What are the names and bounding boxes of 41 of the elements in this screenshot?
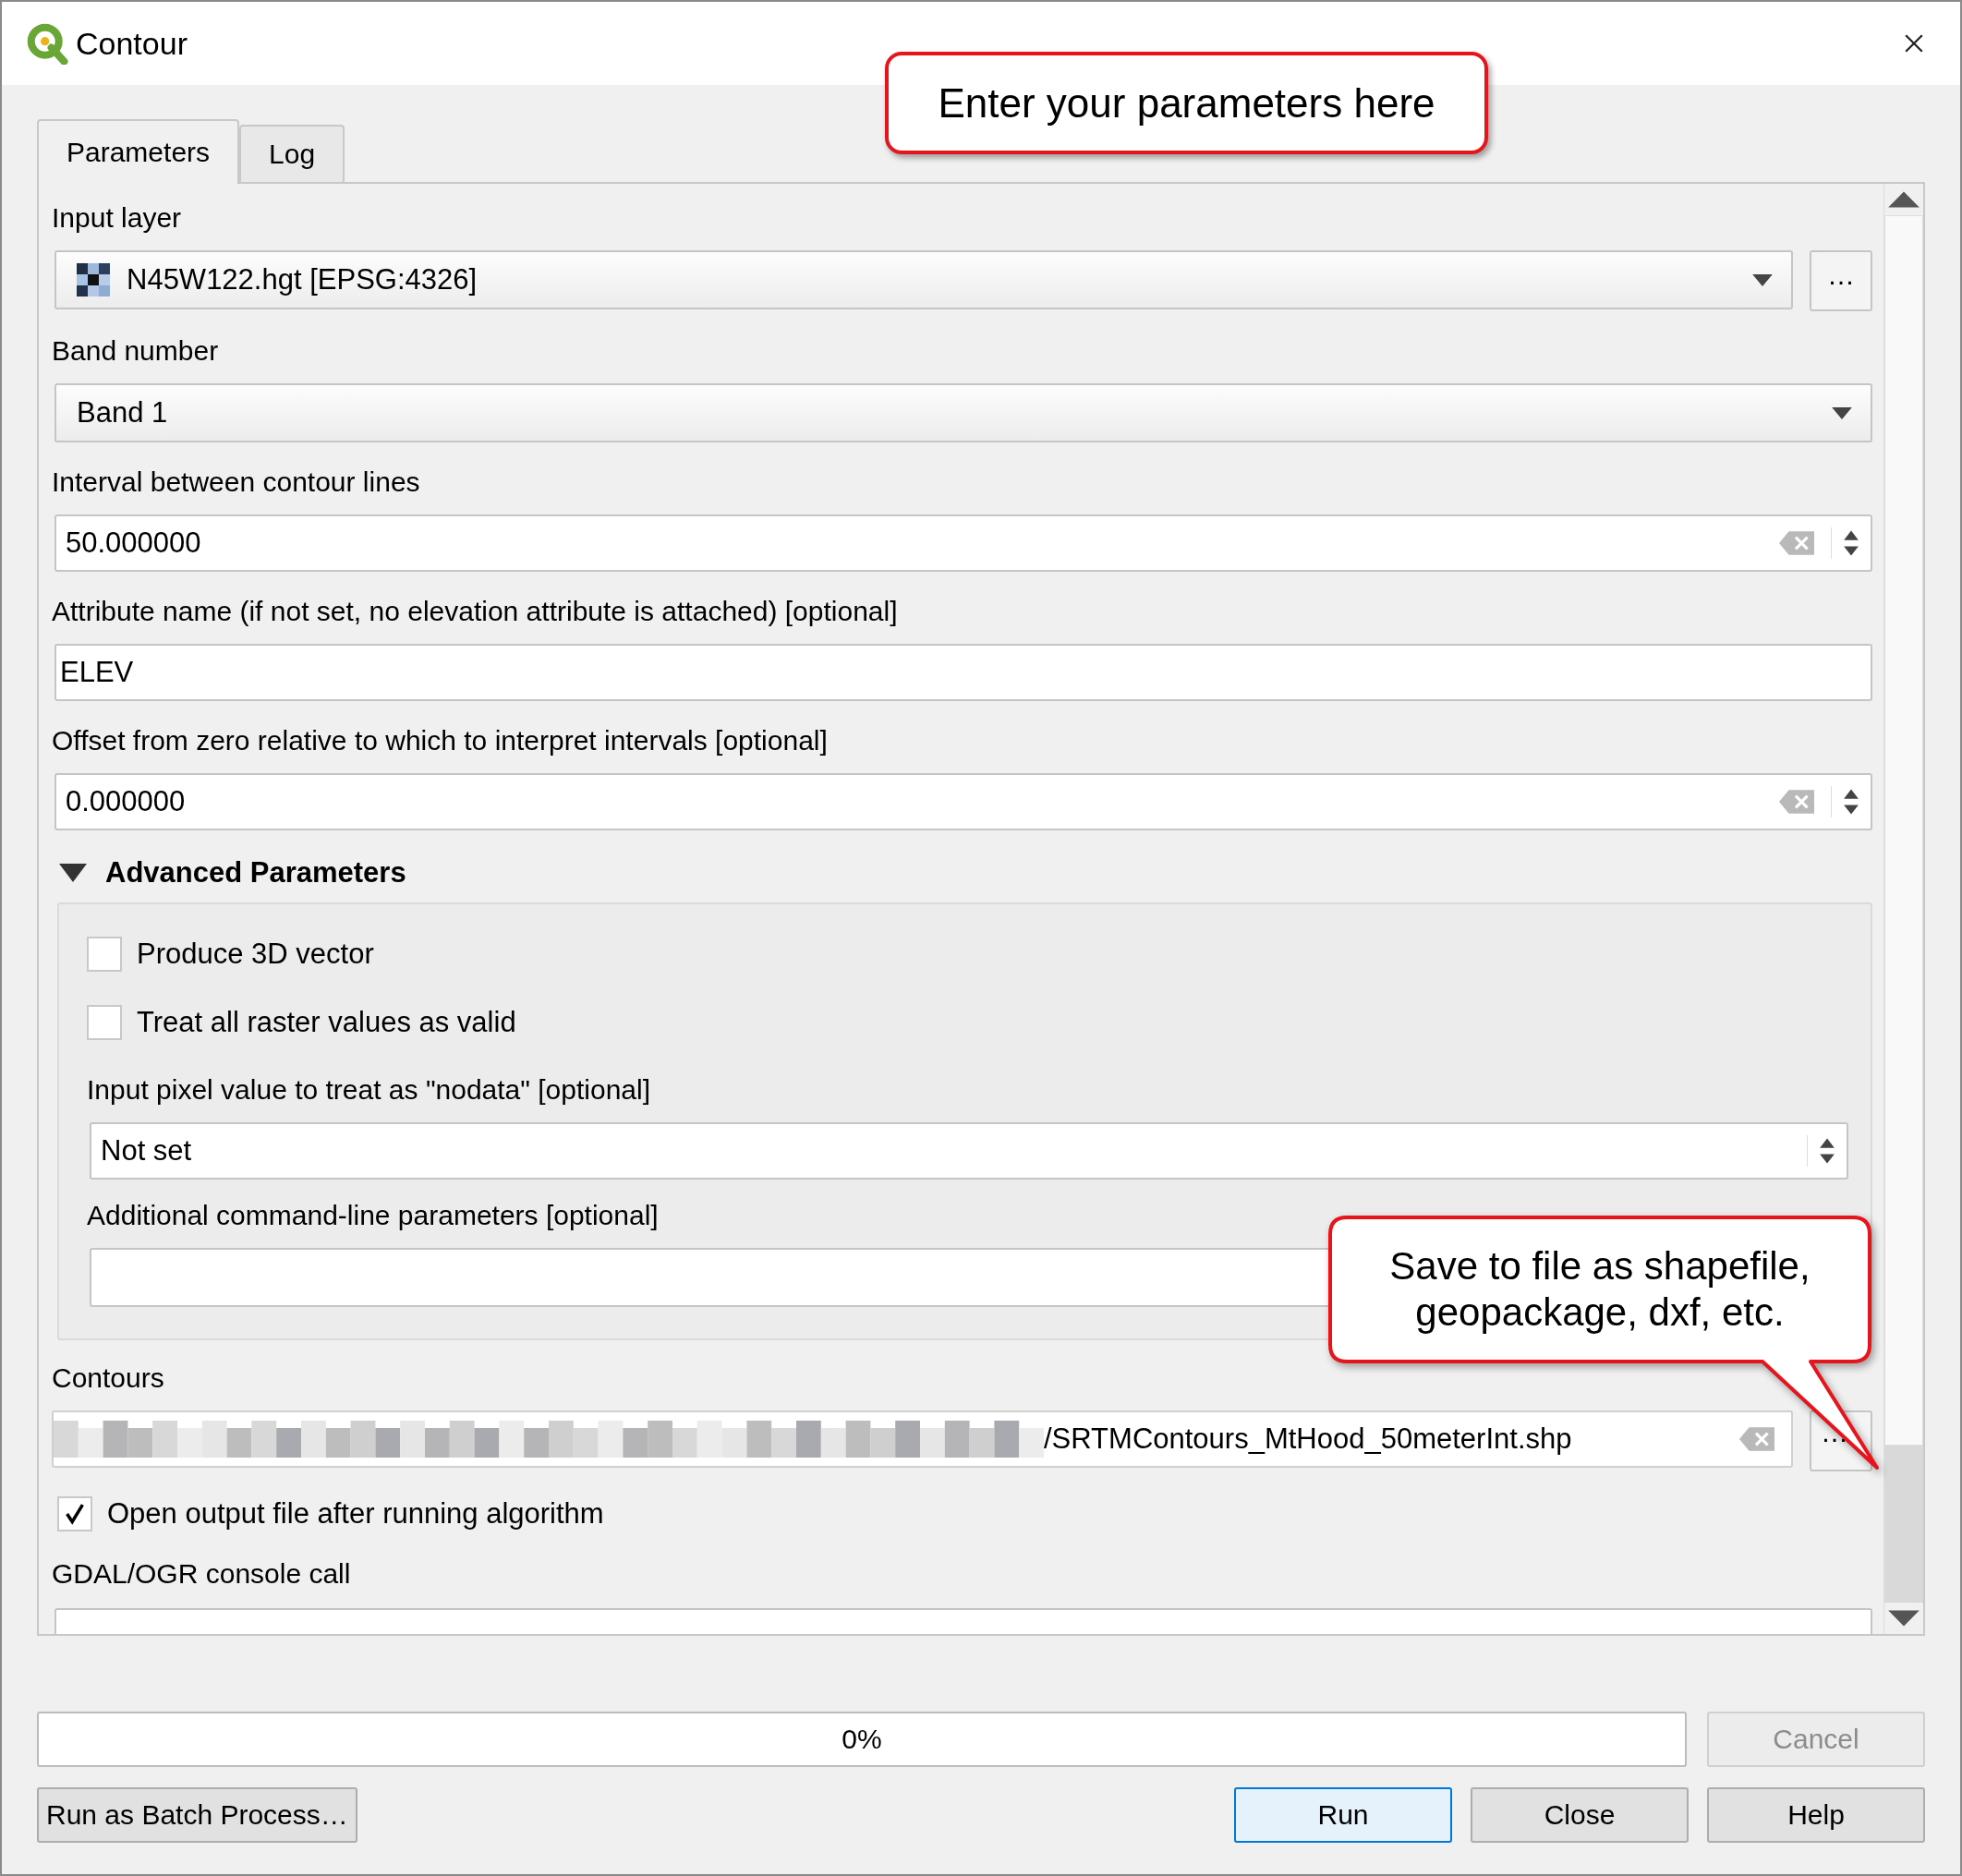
field-label: Input layer [52, 201, 183, 235]
tab[interactable]: Log [239, 125, 345, 182]
checkbox-label[interactable]: Produce 3D vector [137, 938, 374, 971]
field-label: Input pixel value to treat as "nodata" [optional] [87, 1073, 652, 1107]
scrollbar[interactable] [1883, 184, 1923, 1634]
field-label: Interval between contour lines [52, 466, 421, 499]
raster-layer-icon [77, 263, 110, 297]
dialog-button[interactable]: Run as Batch Process… [37, 1787, 357, 1843]
dialog-button[interactable]: Close [1471, 1787, 1689, 1843]
callout-tooltip: Enter your parameters here [885, 52, 1488, 154]
section-header[interactable]: Advanced Parameters [105, 856, 406, 890]
window-title: Contour [76, 25, 188, 62]
progress-bar: 0% [37, 1712, 1687, 1767]
dialog-button[interactable]: Help [1707, 1787, 1925, 1843]
close-icon[interactable] [1904, 33, 1924, 54]
dropdown-arrow-icon [1832, 406, 1852, 419]
number-field[interactable]: 0.000000 [54, 773, 1872, 830]
checkbox[interactable] [87, 937, 122, 972]
text-field[interactable]: ELEV [54, 644, 1872, 701]
app-logo-icon [26, 22, 68, 65]
output-file-field[interactable]: /SRTMContours_MtHood_50meterInt.shp [52, 1410, 1793, 1468]
checkbox-label[interactable]: Treat all raster values as valid [137, 1006, 516, 1039]
field-label: GDAL/OGR console call [52, 1557, 352, 1591]
dropdown-arrow-icon [1752, 273, 1773, 286]
field-label: Offset from zero relative to which to interpret intervals [optional] [52, 724, 829, 757]
field-label: Additional command-line parameters [optional] [87, 1199, 660, 1232]
browse-button[interactable]: … [1810, 250, 1872, 311]
tab[interactable]: Parameters [37, 119, 240, 184]
checkbox-label[interactable]: Open output file after running algorithm [107, 1497, 604, 1531]
dialog-button[interactable]: Run [1234, 1787, 1452, 1843]
checkbox[interactable] [57, 1496, 92, 1531]
band-dropdown[interactable]: Band 1 [54, 383, 1872, 442]
field-label: Contours [52, 1362, 165, 1395]
layer-dropdown[interactable]: N45W122.hgt [EPSG:4326] [54, 250, 1793, 309]
collapse-arrow-icon[interactable] [59, 864, 87, 882]
number-field[interactable]: Not set [90, 1122, 1848, 1180]
field-label: Attribute name (if not set, no elevation attribute is attached) [optional] [52, 595, 899, 628]
checkbox[interactable] [87, 1005, 122, 1040]
number-field[interactable]: 50.000000 [54, 514, 1872, 572]
field-label: Band number [52, 334, 220, 368]
scrollbar-thumb[interactable] [1884, 215, 1923, 1446]
